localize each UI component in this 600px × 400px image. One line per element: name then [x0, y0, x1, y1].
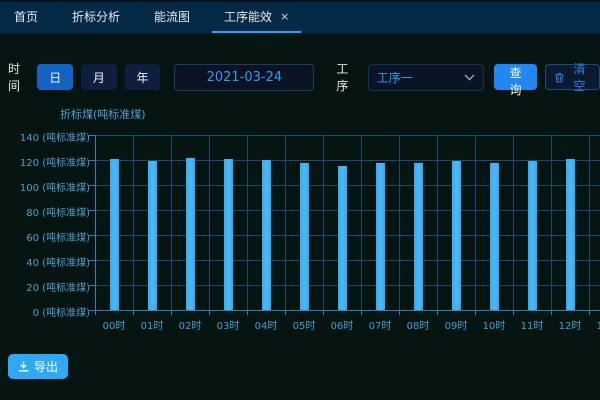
bar — [338, 166, 347, 310]
bar — [300, 163, 309, 311]
export-button[interactable]: 导出 — [8, 354, 68, 379]
bar — [566, 159, 575, 310]
query-button[interactable]: 查询 — [494, 64, 537, 90]
x-tick-label: 06时 — [323, 317, 361, 332]
download-icon — [18, 361, 29, 372]
tab-label: 首页 — [14, 8, 38, 25]
bar — [490, 163, 499, 311]
x-tick-label: 08时 — [399, 317, 437, 332]
y-tick-label: 120 (吨标准煤) — [20, 154, 90, 169]
bar — [148, 161, 157, 310]
chevron-down-icon — [464, 74, 475, 81]
clear-button-label: 清空 — [569, 60, 590, 94]
tab-energy-flow[interactable]: 能流图 — [142, 2, 202, 33]
bar — [262, 160, 271, 310]
x-tick-label-partial: 13时 — [589, 317, 600, 332]
y-tick-label: 60 (吨标准煤) — [26, 229, 90, 244]
bar — [452, 161, 461, 310]
x-axis-tick — [95, 311, 96, 315]
grid-line-v — [361, 135, 362, 310]
x-axis-tick — [551, 311, 552, 315]
grid-line-v — [209, 135, 210, 310]
bar — [224, 159, 233, 310]
x-axis-tick — [171, 311, 172, 315]
bar — [414, 163, 423, 311]
y-axis-line — [95, 135, 96, 311]
grid-line-v — [399, 135, 400, 310]
barchart: 折标煤(吨标准煤) 0 (吨标准煤) 20 (吨标准煤) 40 (吨标准煤) 60 (… — [0, 100, 600, 345]
grid-line-v — [589, 135, 590, 310]
tab-label: 折标分析 — [72, 8, 120, 25]
grid-line-v — [475, 135, 476, 310]
x-tick-label: 02时 — [171, 317, 209, 332]
bar — [376, 163, 385, 311]
x-axis-tick — [247, 311, 248, 315]
grid-line-v — [551, 135, 552, 310]
x-tick-label: 04时 — [247, 317, 285, 332]
bar — [528, 161, 537, 310]
x-tick-label: 10时 — [475, 317, 513, 332]
y-tick-label: 100 (吨标准煤) — [20, 179, 90, 194]
x-tick-label: 07时 — [361, 317, 399, 332]
y-tick-label: 40 (吨标准煤) — [26, 254, 90, 269]
y-tick-label: 140 (吨标准煤) — [20, 129, 90, 144]
x-tick-label: 03时 — [209, 317, 247, 332]
x-axis-tick — [437, 311, 438, 315]
x-tick-label: 11时 — [513, 317, 551, 332]
bar — [186, 158, 195, 311]
tab-zhebiao-analysis[interactable]: 折标分析 — [60, 2, 132, 33]
x-axis-tick — [285, 311, 286, 315]
x-axis-tick — [361, 311, 362, 315]
x-tick-label: 05时 — [285, 317, 323, 332]
y-axis-title: 折标煤(吨标准煤) — [60, 106, 146, 122]
granularity-day-button[interactable]: 日 — [37, 64, 73, 90]
x-tick-label: 12时 — [551, 317, 589, 332]
export-button-label: 导出 — [34, 358, 58, 375]
x-tick-label: 01时 — [133, 317, 171, 332]
clear-button[interactable]: 清空 — [545, 64, 600, 90]
trash-icon — [555, 72, 564, 83]
granularity-year-button[interactable]: 年 — [125, 64, 161, 90]
x-axis-tick — [589, 311, 590, 315]
grid-line-v — [437, 135, 438, 310]
x-axis-tick — [399, 311, 400, 315]
tab-bar: 首页 折标分析 能流图 工序能效 × — [0, 2, 600, 34]
granularity-month-button[interactable]: 月 — [81, 64, 117, 90]
grid-line-v — [247, 135, 248, 310]
tab-process-efficiency[interactable]: 工序能效 × — [212, 2, 301, 33]
x-axis-tick — [133, 311, 134, 315]
grid-line-v — [323, 135, 324, 310]
process-select[interactable]: 工序一 — [368, 64, 484, 91]
y-tick-label: 0 (吨标准煤) — [33, 304, 90, 319]
process-label: 工序 — [336, 60, 357, 94]
y-tick-label: 20 (吨标准煤) — [26, 279, 90, 294]
x-axis-tick — [323, 311, 324, 315]
grid-line-v — [513, 135, 514, 310]
filter-bar: 时间 日 月 年 工序 工序一 查询 清空 — [8, 60, 600, 94]
x-axis-tick — [209, 311, 210, 315]
date-input[interactable] — [174, 64, 314, 91]
time-label: 时间 — [8, 60, 29, 94]
grid-line-v — [133, 135, 134, 310]
x-axis-tick — [475, 311, 476, 315]
x-axis-tick — [513, 311, 514, 315]
tab-label: 能流图 — [154, 8, 190, 25]
close-icon[interactable]: × — [280, 10, 289, 23]
x-tick-label: 09时 — [437, 317, 475, 332]
x-tick-label: 00时 — [95, 317, 133, 332]
grid-line-v — [285, 135, 286, 310]
tab-label: 工序能效 — [224, 8, 272, 25]
tab-home[interactable]: 首页 — [2, 2, 50, 33]
y-tick-label: 80 (吨标准煤) — [26, 204, 90, 219]
bar — [110, 159, 119, 310]
grid-line-v — [171, 135, 172, 310]
process-select-value: 工序一 — [377, 69, 413, 86]
